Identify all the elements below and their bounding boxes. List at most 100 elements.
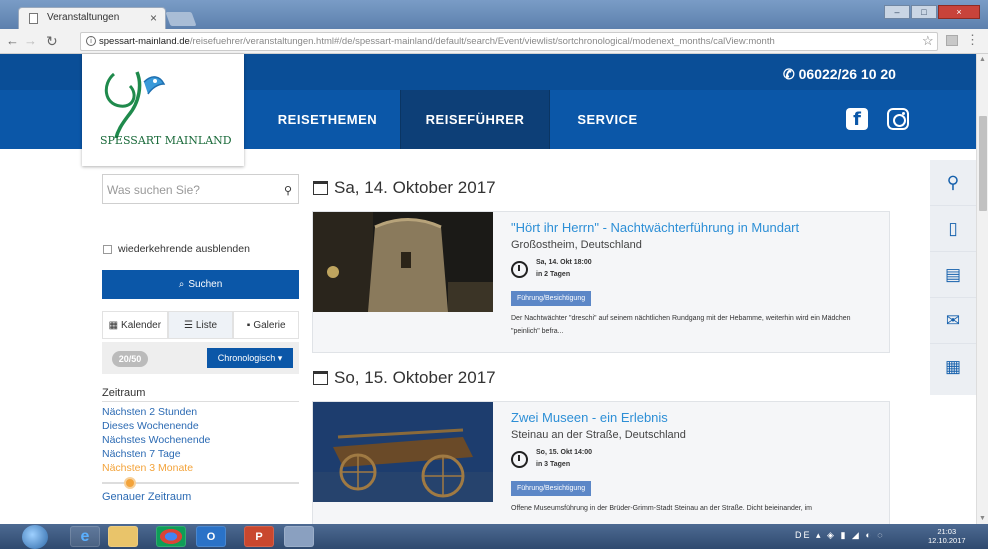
document-icon <box>29 13 38 24</box>
search-button-label: Suchen <box>188 279 223 290</box>
tab-title: Veranstaltungen <box>47 12 120 23</box>
event-body: "Hört ihr Herrn" - Nachtwächterführung i… <box>511 220 879 338</box>
location-pin-icon[interactable]: ⚲ <box>284 184 292 197</box>
map-pin-icon[interactable]: ⚲ <box>930 160 976 206</box>
address-bar[interactable]: i spessart-mainland.de/reisefuehrer/vera… <box>80 32 938 51</box>
zeitraum-option[interactable]: Dieses Wochenende <box>102 419 210 433</box>
new-tab-button[interactable] <box>165 12 197 26</box>
reload-icon[interactable]: ↻ <box>46 33 58 50</box>
event-location: Steinau an der Straße, Deutschland <box>511 429 686 441</box>
view-switcher: ▦ Kalender ☰ Liste ▪ Galerie <box>102 311 300 339</box>
event-time: Sa, 14. Okt 18:00 in 2 Tagen <box>511 257 879 287</box>
phone-number[interactable]: ✆ 06022/26 10 20 <box>783 66 896 83</box>
scrollbar-thumb[interactable] <box>979 116 987 211</box>
zeitraum-option-selected[interactable]: Nächsten 3 Monate <box>102 461 210 475</box>
event-location: Großostheim, Deutschland <box>511 239 642 251</box>
window-app-icon[interactable] <box>284 526 314 547</box>
search-input[interactable]: Was suchen Sie? ⚲ <box>102 174 299 204</box>
date-heading: Sa, 14. Oktober 2017 <box>313 178 496 198</box>
minimize-button[interactable]: – <box>884 5 910 19</box>
sort-dropdown[interactable]: Chronologisch ▾ <box>207 348 293 368</box>
search-button[interactable]: ⌕ Suchen <box>102 270 299 299</box>
calendar-icon[interactable]: ▦ <box>930 344 976 390</box>
nav-reisefuehrer[interactable]: REISEFÜHRER <box>400 90 550 149</box>
mail-icon[interactable]: ✉ <box>930 298 976 344</box>
facebook-icon[interactable]: f <box>846 108 868 130</box>
browser-toolbar: ← → ↻ i spessart-mainland.de/reisefuehre… <box>0 29 988 54</box>
ie-icon[interactable]: e <box>70 526 100 547</box>
event-title[interactable]: "Hört ihr Herrn" - Nachtwächterführung i… <box>511 220 879 235</box>
chrome-icon[interactable] <box>156 526 186 547</box>
close-tab-icon[interactable]: × <box>150 11 157 25</box>
forward-arrow-icon[interactable]: → <box>24 33 37 48</box>
zeitraum-list: Nächsten 2 Stunden Dieses Wochenende Näc… <box>102 405 210 475</box>
extension-icon[interactable] <box>946 35 958 46</box>
hide-recurring-checkbox[interactable] <box>103 244 112 254</box>
event-category-tag[interactable]: Führung/Besichtigung <box>511 481 592 496</box>
system-tray: DE ▴ ◈ ▮ ◢ ◐ ◌ <box>795 530 885 541</box>
outlook-icon[interactable]: O <box>196 526 226 547</box>
list-icon: ☰ <box>183 319 193 331</box>
event-time-relative: in 2 Tagen <box>536 271 571 278</box>
event-image[interactable] <box>313 212 493 312</box>
powerpoint-icon[interactable]: P <box>244 526 274 547</box>
search-placeholder: Was suchen Sie? <box>107 183 200 197</box>
back-arrow-icon[interactable]: ← <box>6 33 19 48</box>
hide-recurring-option[interactable]: wiederkehrende ausblenden <box>103 243 250 255</box>
browser-menu-icon[interactable]: ⋮ <box>966 32 979 48</box>
scroll-up-icon[interactable]: ▲ <box>979 56 986 63</box>
calendar-icon <box>313 371 328 385</box>
event-body: Zwei Museen - ein Erlebnis Steinau an de… <box>511 410 879 515</box>
scroll-down-icon[interactable]: ▼ <box>979 515 986 522</box>
genauer-zeitraum-link[interactable]: Genauer Zeitraum <box>102 491 191 503</box>
event-image[interactable] <box>313 402 493 502</box>
bookmark-star-icon[interactable]: ☆ <box>922 33 934 49</box>
event-time: So, 15. Okt 14:00 in 3 Tagen <box>511 447 879 477</box>
zeitraum-heading: Zeitraum <box>102 387 146 399</box>
clock-icon <box>511 261 528 278</box>
caret-down-icon: ▾ <box>277 352 283 363</box>
windows-taskbar: e O P DE ▴ ◈ ▮ ◢ ◐ ◌ 21:03 12.10.2017 <box>0 524 988 549</box>
view-label: Galerie <box>253 319 286 331</box>
phone-text: 06022/26 10 20 <box>798 66 896 82</box>
maximize-button[interactable]: □ <box>911 5 937 19</box>
newspaper-icon[interactable]: ▤ <box>930 252 976 298</box>
explorer-icon[interactable] <box>108 526 138 547</box>
zeitraum-option[interactable]: Nächstes Wochenende <box>102 433 210 447</box>
view-label: Kalender <box>121 319 162 331</box>
slider-handle[interactable] <box>124 477 136 489</box>
view-tab-galerie[interactable]: ▪ Galerie <box>233 311 300 339</box>
event-time-relative: in 3 Tagen <box>536 461 571 468</box>
logo-bird-icon <box>104 71 166 139</box>
close-window-button[interactable]: × <box>938 5 980 19</box>
start-button[interactable] <box>22 525 48 549</box>
url-host: spessart-mainland.de <box>99 36 190 47</box>
date-heading-text: Sa, 14. Oktober 2017 <box>334 178 496 197</box>
event-time-date: So, 15. Okt 14:00 <box>536 449 593 456</box>
calendar-icon: ▦ <box>108 319 119 331</box>
page-scrollbar[interactable]: ▲ ▼ <box>976 54 988 524</box>
tray-icons[interactable]: ▴ ◈ ▮ ◢ ◐ ◌ <box>816 530 885 540</box>
instagram-icon[interactable] <box>887 108 909 130</box>
system-clock[interactable]: 21:03 12.10.2017 <box>928 527 966 545</box>
zeitraum-option[interactable]: Nächsten 7 Tage <box>102 447 210 461</box>
view-label: Liste <box>195 319 218 331</box>
zeitraum-slider[interactable] <box>102 477 299 489</box>
clock-date: 12.10.2017 <box>928 536 966 545</box>
event-title[interactable]: Zwei Museen - ein Erlebnis <box>511 410 879 425</box>
nav-reisethemen[interactable]: REISETHEMEN <box>255 90 400 149</box>
site-logo[interactable]: SPESSART MAINLAND <box>82 54 244 166</box>
nav-service[interactable]: SERVICE <box>550 90 665 149</box>
view-tab-liste[interactable]: ☰ Liste <box>167 311 234 339</box>
event-description: Offene Museumsführung in der Brüder-Grim… <box>511 505 813 512</box>
zeitraum-option[interactable]: Nächsten 2 Stunden <box>102 405 210 419</box>
language-indicator[interactable]: DE <box>795 530 812 540</box>
event-card[interactable]: Zwei Museen - ein Erlebnis Steinau an de… <box>312 401 890 543</box>
browser-tab[interactable]: Veranstaltungen × <box>18 7 166 29</box>
right-toolbar: ⚲ ▯ ▤ ✉ ▦ <box>930 160 976 395</box>
view-tab-kalender[interactable]: ▦ Kalender <box>102 311 168 339</box>
info-icon[interactable]: i <box>86 36 96 46</box>
event-card[interactable]: "Hört ihr Herrn" - Nachtwächterführung i… <box>312 211 890 353</box>
map-icon[interactable]: ▯ <box>930 206 976 252</box>
event-category-tag[interactable]: Führung/Besichtigung <box>511 291 592 306</box>
